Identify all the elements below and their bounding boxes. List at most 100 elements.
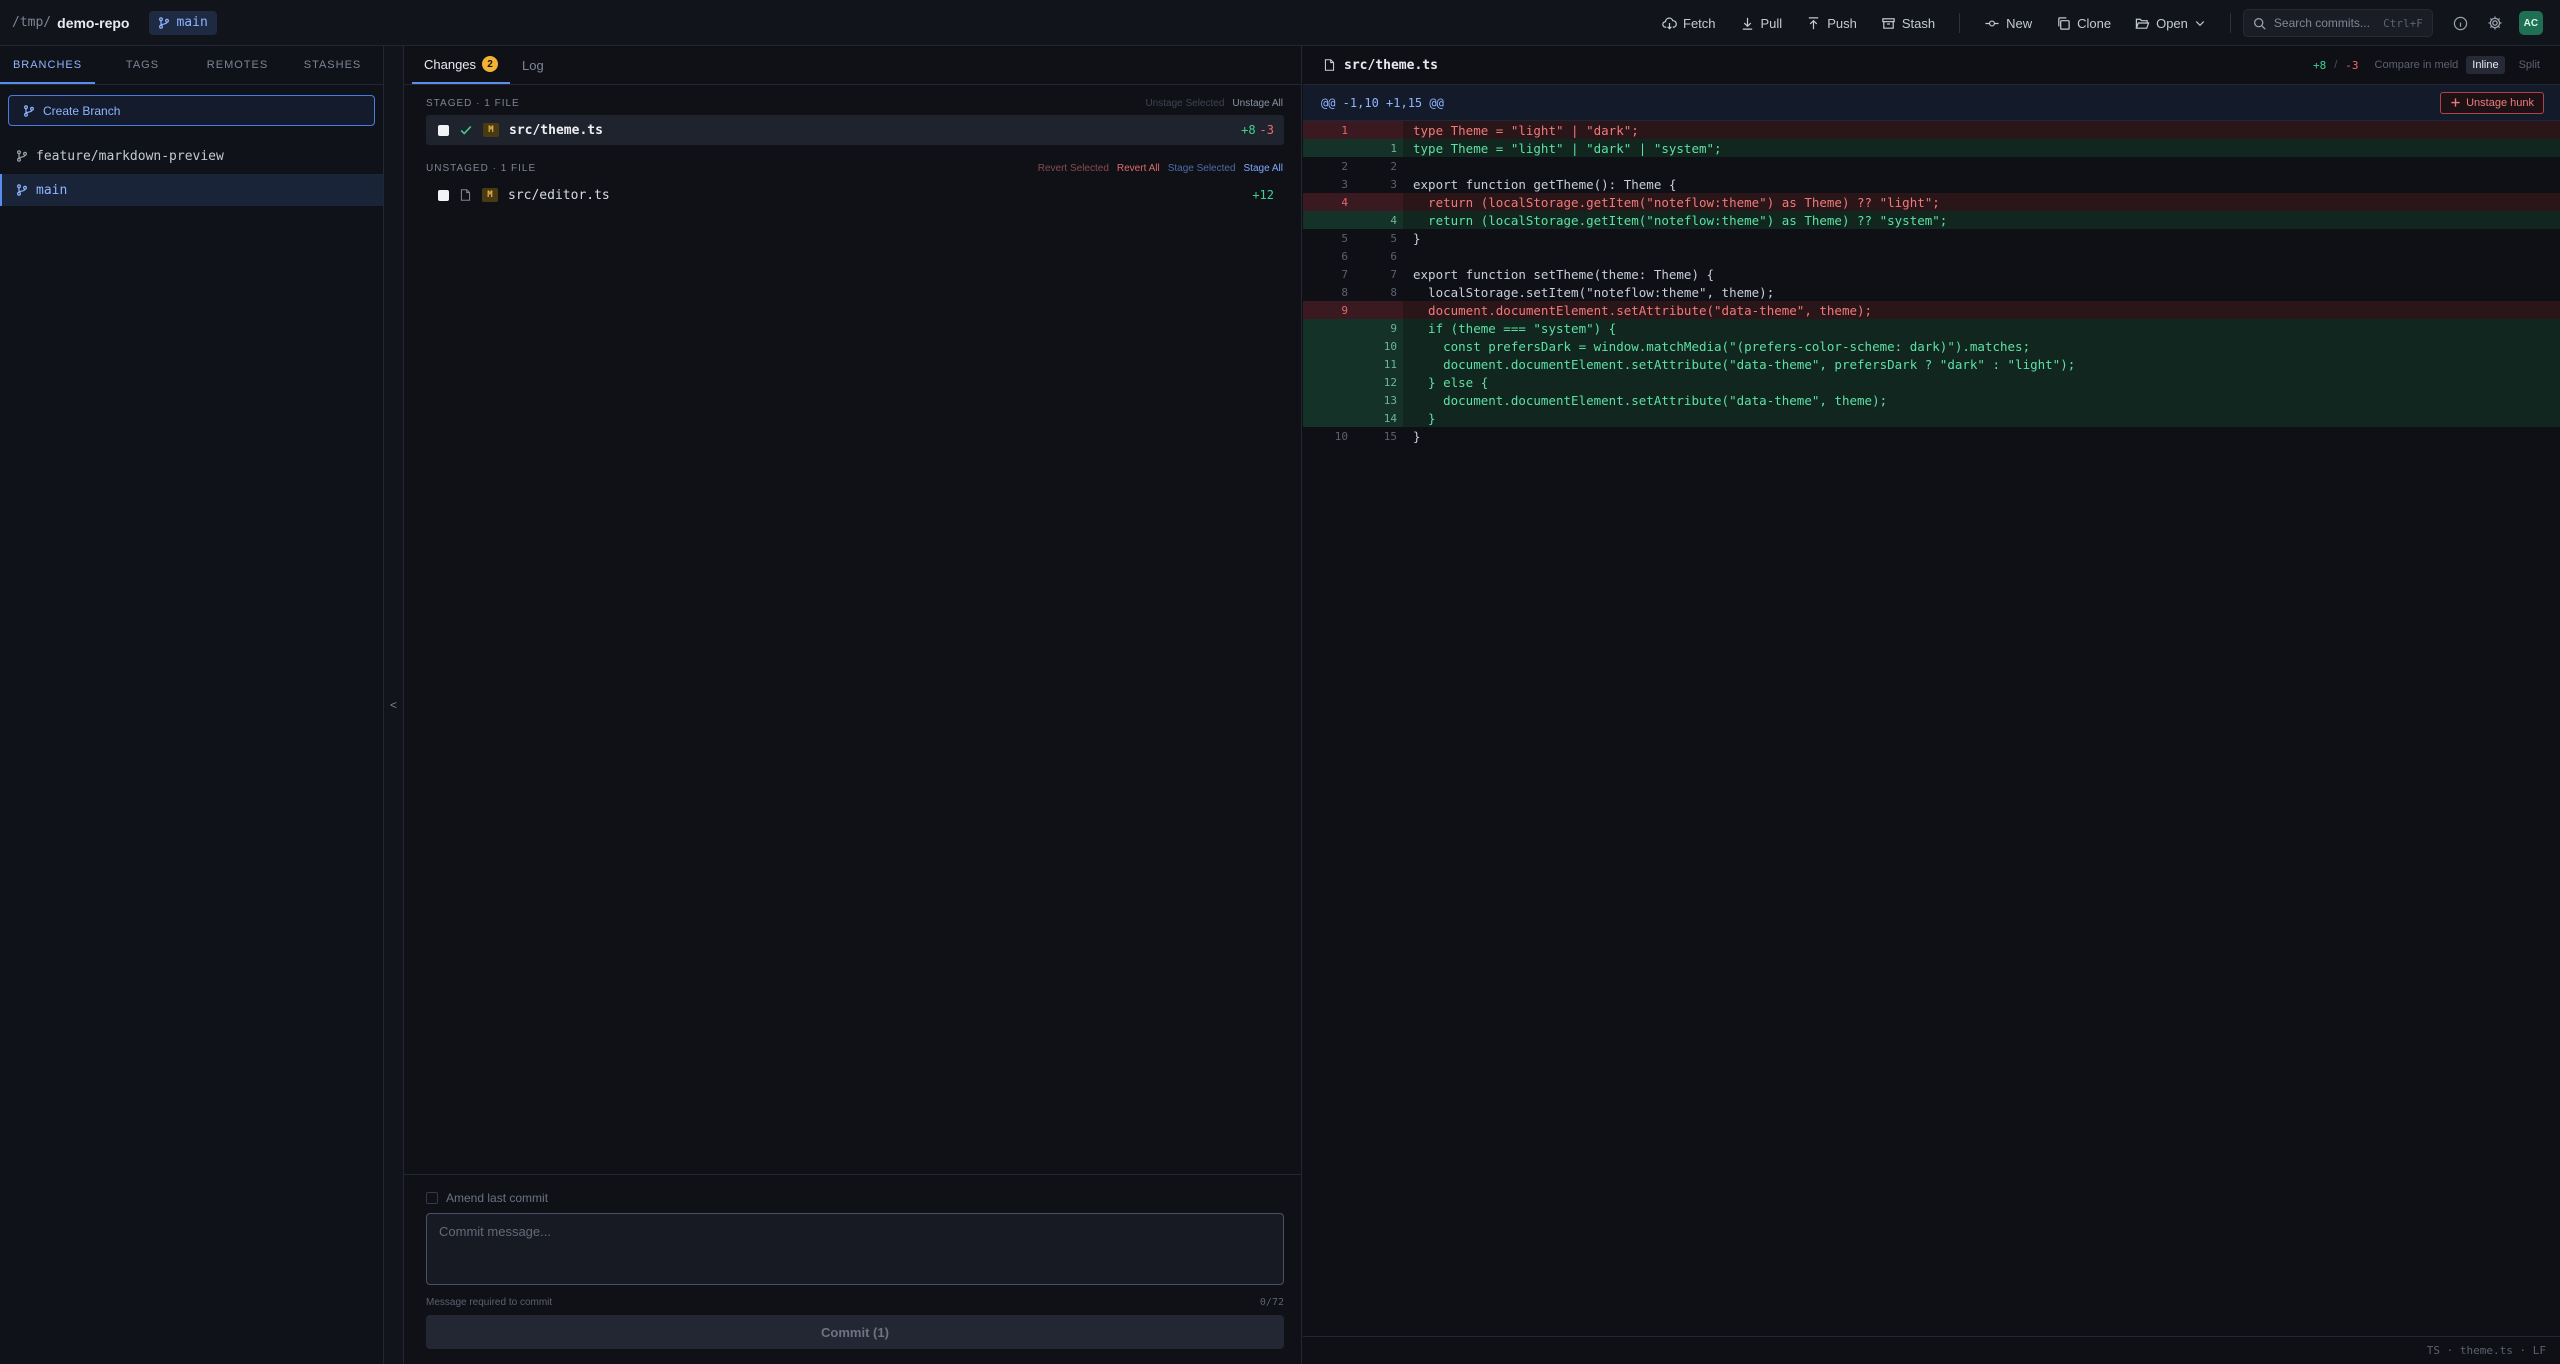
- commit-button[interactable]: Commit (1): [426, 1315, 1284, 1349]
- tab-tags[interactable]: TAGS: [95, 46, 190, 84]
- collapse-sidebar-handle[interactable]: <: [384, 46, 404, 1364]
- code-text: localStorage.setItem("noteflow:theme", t…: [1413, 284, 1775, 300]
- code-text: export function getTheme(): Theme {: [1413, 176, 1677, 192]
- repo-name[interactable]: demo-repo: [57, 15, 129, 31]
- arrow-up-icon: [1806, 16, 1821, 31]
- changes-tabs: Changes 2 Log: [404, 46, 1301, 85]
- staged-section-header: STAGED · 1 FILE Unstage Selected Unstage…: [426, 97, 1283, 109]
- commit-message-char-count: 0/72: [1259, 1297, 1284, 1308]
- archive-icon: [1881, 16, 1896, 31]
- old-line-number: 6: [1341, 249, 1348, 263]
- clone-button[interactable]: Clone: [2044, 9, 2123, 37]
- inline-mode-toggle[interactable]: Inline: [2466, 56, 2505, 74]
- old-line-number: 10: [1334, 429, 1348, 443]
- line-number-gutter: 12: [1303, 373, 1403, 391]
- tab-log[interactable]: Log: [510, 46, 556, 84]
- diff-line-context: 7 7 export function setTheme(theme: Theme)…: [1303, 265, 2560, 283]
- line-number-gutter: 9: [1303, 301, 1403, 319]
- code-text: export function setTheme(theme: Theme) {: [1413, 266, 1715, 282]
- new-commit-button[interactable]: New: [1972, 9, 2044, 37]
- modified-badge: M: [483, 123, 499, 137]
- open-button[interactable]: Open: [2123, 9, 2218, 37]
- fetch-button[interactable]: Fetch: [1650, 9, 1728, 37]
- new-line-number: 6: [1390, 249, 1397, 263]
- commit-message-input[interactable]: [426, 1213, 1284, 1285]
- revert-all-button[interactable]: Revert All: [1117, 163, 1160, 174]
- gear-icon: [2487, 15, 2503, 31]
- file-checkbox[interactable]: [438, 124, 449, 136]
- create-branch-label: Create Branch: [43, 103, 121, 118]
- top-bar: /tmp/ demo-repo main Fetch Pull Push Sta…: [0, 0, 2560, 46]
- unstage-all-button[interactable]: Unstage All: [1232, 98, 1283, 109]
- tab-changes[interactable]: Changes 2: [412, 46, 511, 84]
- new-line-number: 3: [1390, 177, 1397, 191]
- amend-checkbox-box[interactable]: [426, 1192, 438, 1204]
- commit-icon: [1984, 16, 2000, 31]
- code-text: document.documentElement.setAttribute("d…: [1413, 356, 2076, 372]
- plus-icon: [2450, 97, 2461, 108]
- diff-file-name: src/theme.ts: [1344, 57, 1438, 73]
- unstaged-file-row[interactable]: M src/editor.ts +12: [426, 180, 1284, 210]
- toolbar-divider: [2229, 13, 2231, 33]
- tab-stashes[interactable]: STASHES: [285, 46, 380, 84]
- stage-all-button[interactable]: Stage All: [1244, 163, 1283, 174]
- file-icon: [1323, 58, 1336, 72]
- line-number-gutter: 33: [1303, 175, 1403, 193]
- hunk-range: @@ -1,10 +1,15 @@: [1321, 95, 1444, 110]
- new-line-number: 13: [1383, 393, 1397, 407]
- file-name: src/theme.ts: [509, 122, 603, 138]
- sidebar-tabs: BRANCHES TAGS REMOTES STASHES: [0, 46, 383, 85]
- file-checkbox[interactable]: [438, 189, 449, 201]
- line-number-gutter: 55: [1303, 229, 1403, 247]
- split-mode-toggle[interactable]: Split: [2513, 56, 2546, 74]
- check-icon: [459, 123, 473, 137]
- diff-line-added: 10 const prefersDark = window.matchMedia…: [1303, 337, 2560, 355]
- avatar[interactable]: AC: [2518, 11, 2543, 35]
- current-branch-chip[interactable]: main: [149, 10, 217, 35]
- line-number-gutter: 1: [1303, 121, 1403, 139]
- diff-line-added: 14 }: [1303, 409, 2560, 427]
- diff-lines: 1 type Theme = "light" | "dark"; 1 type The…: [1303, 121, 2560, 445]
- tab-branches[interactable]: BRANCHES: [0, 46, 95, 84]
- settings-button[interactable]: [2481, 9, 2509, 37]
- push-button[interactable]: Push: [1794, 9, 1869, 37]
- line-number-gutter: 88: [1303, 283, 1403, 301]
- diff-panel: src/theme.ts +8 / -3 Compare in meld Inl…: [1303, 46, 2560, 1364]
- diff-line-context: 10 15}: [1303, 427, 2560, 445]
- unstage-hunk-button[interactable]: Unstage hunk: [2440, 91, 2544, 114]
- old-line-number: 1: [1341, 123, 1348, 137]
- pull-button[interactable]: Pull: [1728, 9, 1795, 37]
- code-text: const prefersDark = window.matchMedia("(…: [1413, 338, 2031, 354]
- revert-selected-button[interactable]: Revert Selected: [1038, 163, 1109, 174]
- code-text: document.documentElement.setAttribute("d…: [1413, 302, 1873, 318]
- unstage-selected-button[interactable]: Unstage Selected: [1145, 98, 1224, 109]
- compare-in-meld-button[interactable]: Compare in meld: [2375, 59, 2459, 71]
- diff-line-added: 4 return (localStorage.getItem("noteflow…: [1303, 211, 2560, 229]
- staged-file-row[interactable]: M src/theme.ts +8 -3: [426, 115, 1284, 145]
- search-placeholder: Search commits...: [2273, 16, 2370, 30]
- sidebar-item-branch[interactable]: feature/markdown-preview: [0, 140, 383, 172]
- code-text: document.documentElement.setAttribute("d…: [1413, 392, 1888, 408]
- code-text: } else {: [1413, 374, 1489, 390]
- stage-selected-button[interactable]: Stage Selected: [1168, 163, 1236, 174]
- hunk-header: @@ -1,10 +1,15 @@ Unstage hunk: [1303, 85, 2560, 121]
- new-line-number: 9: [1390, 321, 1397, 335]
- amend-checkbox[interactable]: Amend last commit: [426, 1191, 548, 1205]
- line-number-gutter: 77: [1303, 265, 1403, 283]
- sidebar-item-branch-current[interactable]: main: [0, 174, 383, 206]
- info-button[interactable]: [2447, 9, 2475, 37]
- stash-button[interactable]: Stash: [1869, 9, 1947, 37]
- copy-icon: [2056, 16, 2071, 31]
- create-branch-button[interactable]: Create Branch: [8, 95, 375, 126]
- new-line-number: 5: [1390, 231, 1397, 245]
- code-text: type Theme = "light" | "dark" | "system"…: [1413, 140, 1722, 156]
- commit-message-hint: Message required to commit: [426, 1297, 553, 1308]
- line-number-gutter: 66: [1303, 247, 1403, 265]
- new-line-number: 1: [1390, 141, 1397, 155]
- tab-remotes[interactable]: REMOTES: [190, 46, 285, 84]
- search-commits-input[interactable]: Search commits... Ctrl+F: [2242, 9, 2433, 37]
- search-shortcut: Ctrl+F: [2383, 16, 2423, 30]
- diff-line-removed: 4 return (localStorage.getItem("noteflow…: [1303, 193, 2560, 211]
- new-line-number: 8: [1390, 285, 1397, 299]
- code-text: }: [1413, 410, 1436, 426]
